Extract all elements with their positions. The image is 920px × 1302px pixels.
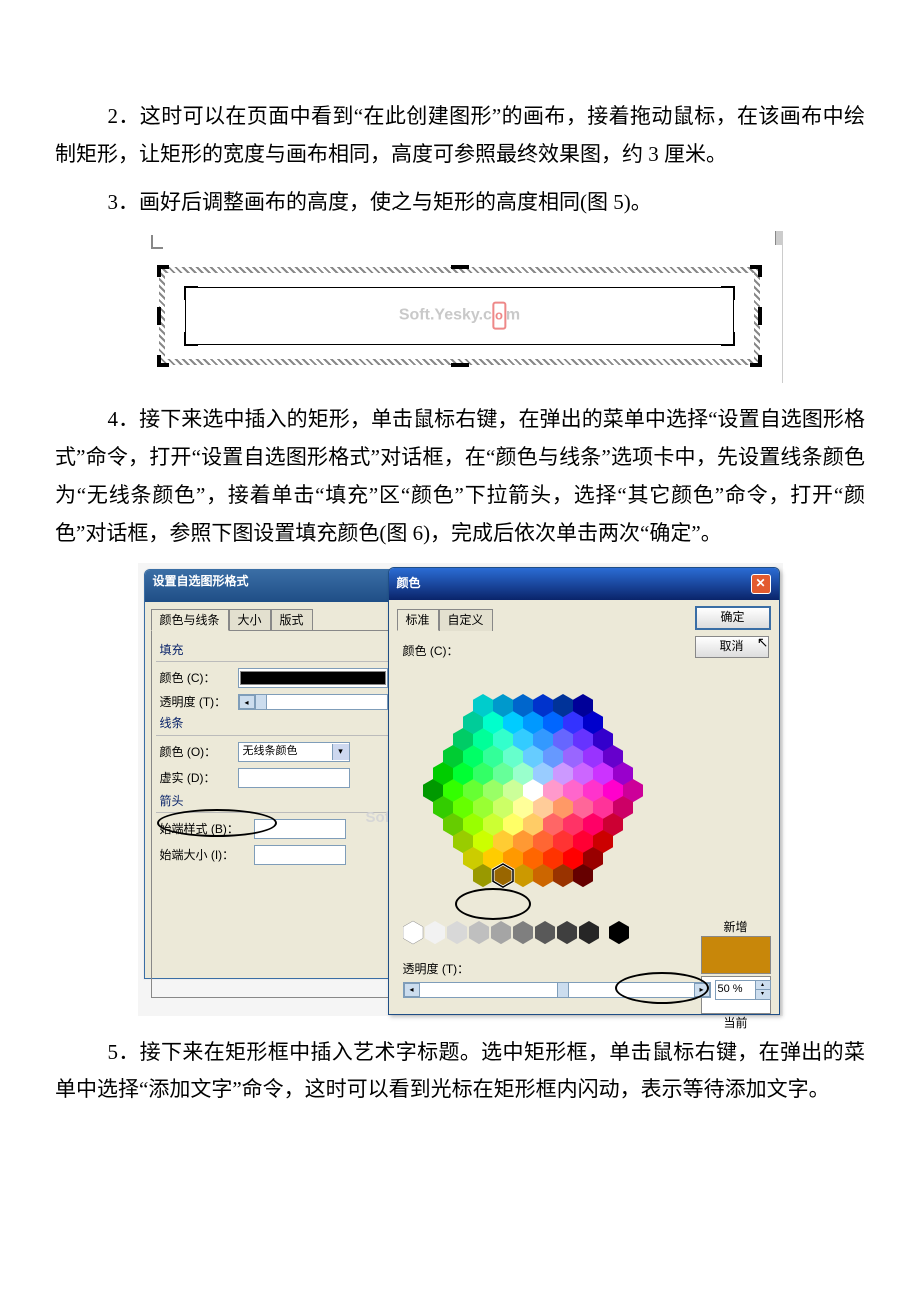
ok-button[interactable]: 确定 [695, 606, 771, 630]
arrow-begin-size-label: 始端大小 (I)： [160, 848, 248, 862]
tab-custom[interactable]: 自定义 [439, 609, 493, 631]
line-dash-combo[interactable] [238, 768, 350, 788]
dialog-format-title: 设置自选图形格式 [145, 570, 403, 602]
arrow-begin-style-combo[interactable] [254, 819, 346, 839]
watermark-yesky: Soft.Yesky.com [399, 302, 520, 331]
close-icon[interactable]: ✕ [751, 574, 771, 594]
dialog-color: 颜色 ✕ 标准 自定义 确定 ↖ 取消 颜色 (C)： [388, 567, 780, 1015]
fill-color-combo[interactable] [238, 668, 388, 688]
label-current: 当前 [701, 1016, 771, 1030]
label-new: 新增 [701, 920, 771, 934]
group-line: 线条 [160, 716, 390, 730]
fill-trans-slider[interactable]: ◂ [238, 694, 388, 710]
arrow-begin-style-label: 始端样式 (B)： [160, 822, 248, 836]
arrow-begin-size-combo[interactable] [254, 845, 346, 865]
drawing-canvas: Soft.Yesky.com [159, 267, 760, 365]
paragraph-step-3: 3．画好后调整画布的高度，使之与矩形的高度相同(图 5)。 [55, 184, 865, 222]
honeycomb-color-picker[interactable] [403, 670, 663, 910]
grayscale-row[interactable] [403, 920, 663, 946]
color-field-label: 颜色 (C)： [403, 644, 459, 658]
paragraph-step-5: 5．接下来在矩形框中插入艺术字标题。选中矩形框，单击鼠标右键，在弹出的菜单中选择… [55, 1034, 865, 1110]
dialog-color-title: 颜色 [397, 576, 421, 590]
dialog-format-autoshape: 设置自选图形格式 颜色与线条 大小 版式 填充 颜色 (C)： 透明度 (T)： [144, 569, 404, 979]
figure-6-dialogs: www.bdocx.com 设置自选图形格式 颜色与线条 大小 版式 填充 颜色… [138, 563, 783, 1016]
tab-panel: 填充 颜色 (C)： 透明度 (T)： ◂ 线条 [151, 630, 397, 998]
color-trans-input[interactable]: 50 % ▴▾ [715, 980, 771, 1000]
color-trans-slider[interactable]: ◂ ▸ [403, 982, 711, 998]
fill-color-label: 颜色 (C)： [160, 671, 232, 685]
line-color-label: 颜色 (O)： [160, 745, 232, 759]
group-arrow: 箭头 [160, 794, 390, 808]
paragraph-step-2: 2．这时可以在页面中看到“在此创建图形”的画布，接着拖动鼠标，在该画布中绘制矩形… [55, 98, 865, 174]
line-color-combo[interactable]: 无线条颜色 ▾ [238, 742, 350, 762]
cursor-icon: ↖ [757, 634, 769, 651]
fill-trans-label: 透明度 (T)： [160, 695, 232, 709]
chevron-down-icon: ▾ [332, 744, 349, 760]
tab-size[interactable]: 大小 [229, 609, 271, 631]
tab-colors-lines[interactable]: 颜色与线条 [151, 609, 229, 631]
figure-5-canvas: Soft.Yesky.com [137, 231, 783, 383]
tab-standard[interactable]: 标准 [397, 609, 439, 631]
line-dash-label: 虚实 (D)： [160, 771, 232, 785]
group-fill: 填充 [160, 643, 390, 657]
color-trans-label: 透明度 (T)： [403, 962, 771, 976]
paragraph-step-4: 4．接下来选中插入的矩形，单击鼠标右键，在弹出的菜单中选择“设置自选图形格式”命… [55, 401, 865, 552]
tab-layout[interactable]: 版式 [271, 609, 313, 631]
ruler-edge-icon [775, 231, 782, 245]
ruler-mark-icon [151, 235, 163, 249]
